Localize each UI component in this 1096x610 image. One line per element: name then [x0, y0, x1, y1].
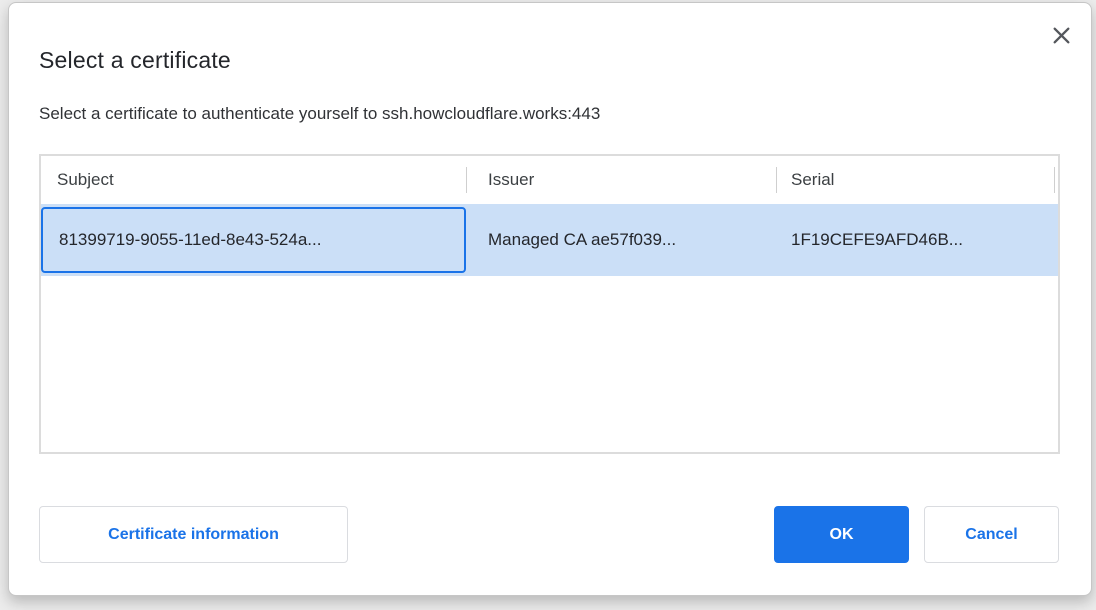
cell-subject[interactable]: 81399719-9055-11ed-8e43-524a... [41, 230, 466, 250]
certificate-table: Subject Issuer Serial 81399719-9055-11ed… [39, 154, 1060, 454]
close-icon [1051, 25, 1072, 46]
column-header-subject[interactable]: Subject [41, 170, 466, 190]
certificate-row-selected[interactable]: 81399719-9055-11ed-8e43-524a... Managed … [41, 204, 1058, 276]
cancel-button[interactable]: Cancel [924, 506, 1059, 563]
column-divider [1054, 167, 1055, 193]
table-header-row: Subject Issuer Serial [41, 156, 1058, 204]
page-background: Select a certificate Select a certificat… [0, 0, 1096, 610]
close-button[interactable] [1045, 19, 1077, 51]
cell-issuer[interactable]: Managed CA ae57f039... [466, 230, 776, 250]
column-divider [466, 167, 467, 193]
select-certificate-dialog: Select a certificate Select a certificat… [8, 2, 1092, 596]
ok-button[interactable]: OK [774, 506, 909, 563]
dialog-subtitle: Select a certificate to authenticate you… [39, 104, 600, 124]
column-divider [776, 167, 777, 193]
dialog-title: Select a certificate [39, 47, 231, 74]
certificate-information-button[interactable]: Certificate information [39, 506, 348, 563]
column-header-issuer[interactable]: Issuer [466, 170, 776, 190]
cell-serial[interactable]: 1F19CEFE9AFD46B... [776, 230, 1014, 250]
column-header-serial[interactable]: Serial [776, 170, 1014, 190]
